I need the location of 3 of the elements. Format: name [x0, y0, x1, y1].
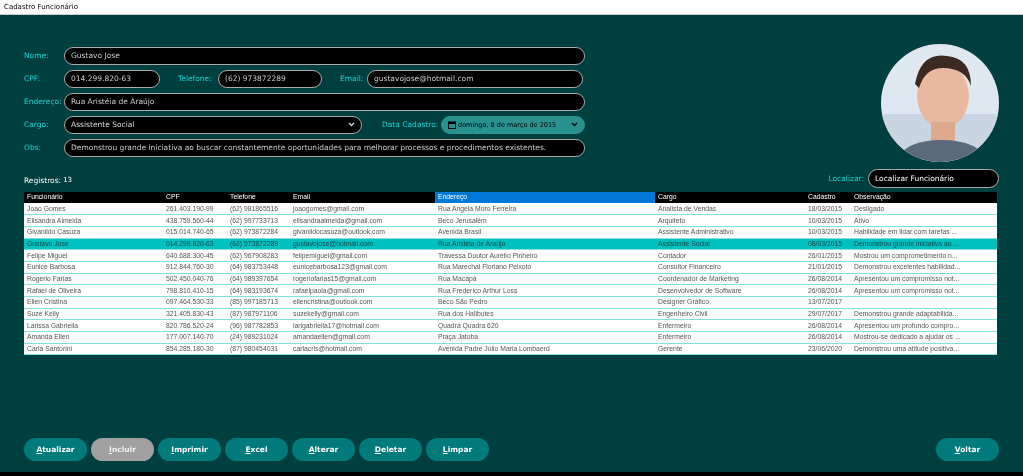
chevron-down-icon — [348, 122, 355, 127]
calendar-icon — [448, 120, 456, 129]
chevron-down-icon — [571, 122, 578, 127]
